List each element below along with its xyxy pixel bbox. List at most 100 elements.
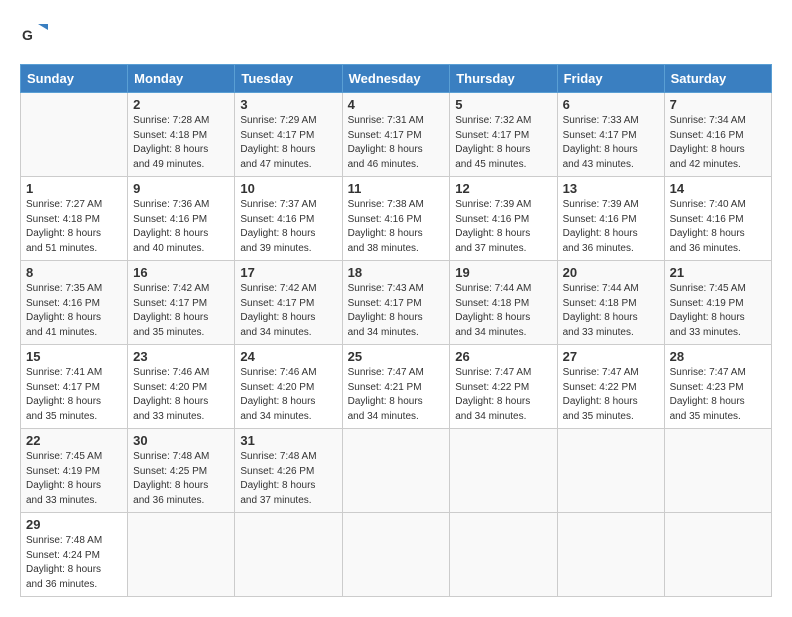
calendar-cell: 23Sunrise: 7:46 AM Sunset: 4:20 PM Dayli… <box>128 345 235 429</box>
day-header-thursday: Thursday <box>450 65 557 93</box>
calendar-cell <box>342 429 450 513</box>
calendar-cell: 4 Sunrise: 7:31 AM Sunset: 4:17 PM Daylig… <box>342 93 450 177</box>
calendar-cell: 30 Sunrise: 7:48 AM Sunset: 4:25 PM Dayli… <box>128 429 235 513</box>
day-info: Sunrise: 7:46 AM Sunset: 4:20 PM Dayligh… <box>240 366 336 424</box>
calendar-cell: 17 Sunrise: 7:42 AM Sunset: 4:17 PM Dayli… <box>235 261 342 345</box>
calendar-cell: 5 Sunrise: 7:32 AM Sunset: 4:17 PM Daylig… <box>450 93 557 177</box>
calendar-cell: 20 Sunrise: 7:44 AM Sunset: 4:18 PM Dayli… <box>557 261 664 345</box>
day-number: 7 <box>670 97 766 112</box>
calendar-cell: 22 Sunrise: 7:45 AM Sunset: 4:19 PM Dayli… <box>21 429 128 513</box>
day-info: Sunrise: 7:33 AM Sunset: 4:17 PM Dayligh… <box>563 114 659 172</box>
day-info: Sunrise: 7:39 AM Sunset: 4:16 PM Dayligh… <box>455 198 551 256</box>
svg-text:G: G <box>22 27 33 43</box>
day-number: 18 <box>348 265 445 280</box>
day-number: 10 <box>240 181 336 196</box>
day-number: 21 <box>670 265 766 280</box>
calendar-cell: 14 Sunrise: 7:40 AM Sunset: 4:16 PM Dayli… <box>664 177 771 261</box>
day-header-friday: Friday <box>557 65 664 93</box>
day-info: Sunrise: 7:48 AM Sunset: 4:25 PM Dayligh… <box>133 450 229 508</box>
day-info: Sunrise: 7:47 AM Sunset: 4:23 PM Dayligh… <box>670 366 766 424</box>
day-info: Sunrise: 7:43 AM Sunset: 4:17 PM Dayligh… <box>348 282 445 340</box>
calendar-cell: 12 Sunrise: 7:39 AM Sunset: 4:16 PM Dayli… <box>450 177 557 261</box>
day-header-tuesday: Tuesday <box>235 65 342 93</box>
day-number: 3 <box>240 97 336 112</box>
day-number: 19 <box>455 265 551 280</box>
day-info: Sunrise: 7:31 AM Sunset: 4:17 PM Dayligh… <box>348 114 445 172</box>
day-info: Sunrise: 7:41 AM Sunset: 4:17 PM Dayligh… <box>26 366 122 424</box>
day-info: Sunrise: 7:40 AM Sunset: 4:16 PM Dayligh… <box>670 198 766 256</box>
page-header: G <box>20 20 772 48</box>
day-number: 22 <box>26 433 122 448</box>
calendar-cell <box>450 429 557 513</box>
calendar-week-1: 2 Sunrise: 7:28 AM Sunset: 4:18 PM Daylig… <box>21 93 772 177</box>
calendar-table: SundayMondayTuesdayWednesdayThursdayFrid… <box>20 64 772 597</box>
calendar-cell: 25 Sunrise: 7:47 AM Sunset: 4:21 PM Dayli… <box>342 345 450 429</box>
day-info: Sunrise: 7:42 AM Sunset: 4:17 PM Dayligh… <box>240 282 336 340</box>
day-info: Sunrise: 7:28 AM Sunset: 4:18 PM Dayligh… <box>133 114 229 172</box>
day-info: Sunrise: 7:47 AM Sunset: 4:21 PM Dayligh… <box>348 366 445 424</box>
day-number: 16 <box>133 265 229 280</box>
calendar-cell: 21 Sunrise: 7:45 AM Sunset: 4:19 PM Dayli… <box>664 261 771 345</box>
day-number: 29 <box>26 517 122 532</box>
calendar-cell: 13 Sunrise: 7:39 AM Sunset: 4:16 PM Dayli… <box>557 177 664 261</box>
day-info: Sunrise: 7:42 AM Sunset: 4:17 PM Dayligh… <box>133 282 229 340</box>
calendar-week-5: 22 Sunrise: 7:45 AM Sunset: 4:19 PM Dayli… <box>21 429 772 513</box>
day-info: Sunrise: 7:47 AM Sunset: 4:22 PM Dayligh… <box>455 366 551 424</box>
day-number: 25 <box>348 349 445 364</box>
day-info: Sunrise: 7:36 AM Sunset: 4:16 PM Dayligh… <box>133 198 229 256</box>
day-number: 9 <box>133 181 229 196</box>
calendar-cell: 11 Sunrise: 7:38 AM Sunset: 4:16 PM Dayli… <box>342 177 450 261</box>
day-info: Sunrise: 7:45 AM Sunset: 4:19 PM Dayligh… <box>670 282 766 340</box>
calendar-week-3: 8Sunrise: 7:35 AM Sunset: 4:16 PM Daylig… <box>21 261 772 345</box>
day-number: 12 <box>455 181 551 196</box>
day-header-monday: Monday <box>128 65 235 93</box>
calendar-cell: 27Sunrise: 7:47 AM Sunset: 4:22 PM Dayli… <box>557 345 664 429</box>
day-number: 4 <box>348 97 445 112</box>
calendar-week-2: 1 Sunrise: 7:27 AM Sunset: 4:18 PM Daylig… <box>21 177 772 261</box>
calendar-cell: 6 Sunrise: 7:33 AM Sunset: 4:17 PM Daylig… <box>557 93 664 177</box>
day-number: 20 <box>563 265 659 280</box>
day-info: Sunrise: 7:45 AM Sunset: 4:19 PM Dayligh… <box>26 450 122 508</box>
day-number: 13 <box>563 181 659 196</box>
day-number: 31 <box>240 433 336 448</box>
calendar-cell: 9 Sunrise: 7:36 AM Sunset: 4:16 PM Daylig… <box>128 177 235 261</box>
day-info: Sunrise: 7:35 AM Sunset: 4:16 PM Dayligh… <box>26 282 122 340</box>
calendar-cell: 2 Sunrise: 7:28 AM Sunset: 4:18 PM Daylig… <box>128 93 235 177</box>
calendar-cell <box>21 93 128 177</box>
calendar-cell <box>664 429 771 513</box>
calendar-week-4: 15Sunrise: 7:41 AM Sunset: 4:17 PM Dayli… <box>21 345 772 429</box>
calendar-header-row: SundayMondayTuesdayWednesdayThursdayFrid… <box>21 65 772 93</box>
day-info: Sunrise: 7:38 AM Sunset: 4:16 PM Dayligh… <box>348 198 445 256</box>
day-info: Sunrise: 7:37 AM Sunset: 4:16 PM Dayligh… <box>240 198 336 256</box>
calendar-cell <box>342 513 450 597</box>
calendar-cell <box>450 513 557 597</box>
calendar-week-6: 29 Sunrise: 7:48 AM Sunset: 4:24 PM Dayli… <box>21 513 772 597</box>
calendar-cell <box>235 513 342 597</box>
day-info: Sunrise: 7:32 AM Sunset: 4:17 PM Dayligh… <box>455 114 551 172</box>
day-number: 1 <box>26 181 122 196</box>
day-number: 28 <box>670 349 766 364</box>
day-info: Sunrise: 7:44 AM Sunset: 4:18 PM Dayligh… <box>455 282 551 340</box>
calendar-cell: 3Sunrise: 7:29 AM Sunset: 4:17 PM Daylig… <box>235 93 342 177</box>
day-number: 11 <box>348 181 445 196</box>
calendar-cell: 18 Sunrise: 7:43 AM Sunset: 4:17 PM Dayli… <box>342 261 450 345</box>
day-number: 14 <box>670 181 766 196</box>
day-number: 17 <box>240 265 336 280</box>
day-info: Sunrise: 7:48 AM Sunset: 4:26 PM Dayligh… <box>240 450 336 508</box>
calendar-cell: 1 Sunrise: 7:27 AM Sunset: 4:18 PM Daylig… <box>21 177 128 261</box>
day-number: 6 <box>563 97 659 112</box>
day-info: Sunrise: 7:44 AM Sunset: 4:18 PM Dayligh… <box>563 282 659 340</box>
logo-icon: G <box>20 20 48 48</box>
calendar-cell: 16 Sunrise: 7:42 AM Sunset: 4:17 PM Dayli… <box>128 261 235 345</box>
day-info: Sunrise: 7:34 AM Sunset: 4:16 PM Dayligh… <box>670 114 766 172</box>
calendar-cell: 10 Sunrise: 7:37 AM Sunset: 4:16 PM Dayli… <box>235 177 342 261</box>
calendar-cell: 15Sunrise: 7:41 AM Sunset: 4:17 PM Dayli… <box>21 345 128 429</box>
day-info: Sunrise: 7:48 AM Sunset: 4:24 PM Dayligh… <box>26 534 122 592</box>
day-number: 5 <box>455 97 551 112</box>
day-number: 30 <box>133 433 229 448</box>
calendar-cell <box>557 429 664 513</box>
day-info: Sunrise: 7:46 AM Sunset: 4:20 PM Dayligh… <box>133 366 229 424</box>
day-number: 2 <box>133 97 229 112</box>
day-info: Sunrise: 7:27 AM Sunset: 4:18 PM Dayligh… <box>26 198 122 256</box>
day-info: Sunrise: 7:39 AM Sunset: 4:16 PM Dayligh… <box>563 198 659 256</box>
